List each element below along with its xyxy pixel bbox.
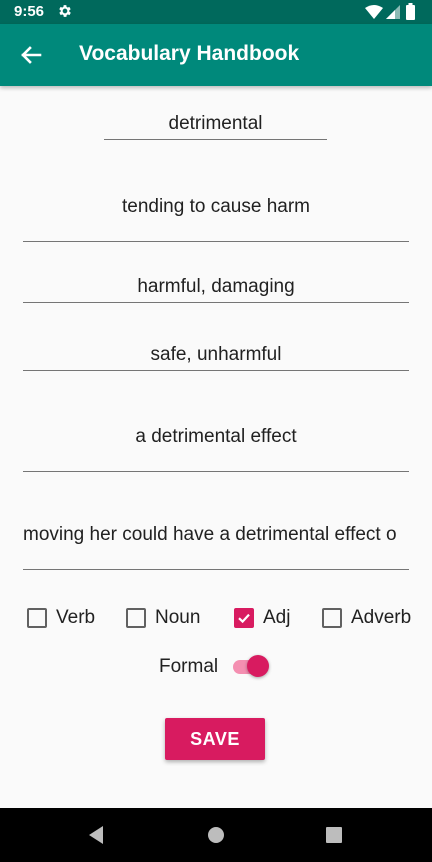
formal-switch[interactable] bbox=[233, 654, 269, 680]
adj-label: Adj bbox=[263, 607, 291, 628]
adverb-checkbox[interactable]: Adverb bbox=[322, 605, 411, 631]
back-triangle-icon[interactable] bbox=[83, 822, 109, 848]
adj-checkbox[interactable]: Adj bbox=[234, 605, 290, 631]
app-bar: Vocabulary Handbook bbox=[0, 24, 432, 86]
example-value: moving her could have a detrimental effe… bbox=[23, 524, 397, 545]
word-value: detrimental bbox=[168, 113, 263, 134]
status-time: 9:56 bbox=[14, 3, 45, 20]
verb-checkbox[interactable]: Verb bbox=[27, 605, 95, 631]
recents-square-icon[interactable] bbox=[321, 822, 347, 848]
word-field[interactable]: detrimental bbox=[104, 106, 327, 140]
noun-label: Noun bbox=[155, 607, 201, 628]
collocation-value: a detrimental effect bbox=[135, 426, 297, 447]
switch-thumb bbox=[247, 655, 269, 677]
checkbox-box bbox=[322, 608, 342, 628]
battery-icon bbox=[406, 3, 415, 20]
checkbox-box bbox=[126, 608, 146, 628]
gear-icon bbox=[59, 5, 71, 17]
check-icon bbox=[238, 613, 250, 624]
home-circle-icon[interactable] bbox=[203, 822, 229, 848]
status-bar: 9:56 bbox=[0, 0, 432, 24]
adverb-label: Adverb bbox=[351, 607, 412, 628]
example-field[interactable]: moving her could have a detrimental effe… bbox=[23, 514, 409, 570]
signal-icon bbox=[386, 5, 400, 19]
wifi-icon bbox=[365, 5, 383, 19]
collocation-field[interactable]: a detrimental effect bbox=[23, 416, 409, 472]
part-of-speech-row: Verb Noun Adj Adverb bbox=[0, 598, 432, 638]
noun-checkbox[interactable]: Noun bbox=[126, 605, 200, 631]
definition-field[interactable]: tending to cause harm bbox=[23, 186, 409, 242]
antonyms-value: safe, unharmful bbox=[150, 344, 282, 365]
checkbox-box bbox=[27, 608, 47, 628]
checkbox-box-checked bbox=[234, 608, 254, 628]
synonyms-field[interactable]: harmful, damaging bbox=[23, 268, 409, 303]
save-button[interactable]: SAVE bbox=[165, 718, 265, 760]
page-title: Vocabulary Handbook bbox=[79, 42, 300, 65]
arrow-back-icon[interactable] bbox=[14, 38, 48, 72]
verb-label: Verb bbox=[56, 607, 96, 628]
synonyms-value: harmful, damaging bbox=[137, 276, 295, 297]
formal-label: Formal bbox=[159, 656, 219, 677]
navigation-bar bbox=[0, 808, 432, 862]
antonyms-field[interactable]: safe, unharmful bbox=[23, 336, 409, 371]
definition-value: tending to cause harm bbox=[121, 196, 310, 217]
